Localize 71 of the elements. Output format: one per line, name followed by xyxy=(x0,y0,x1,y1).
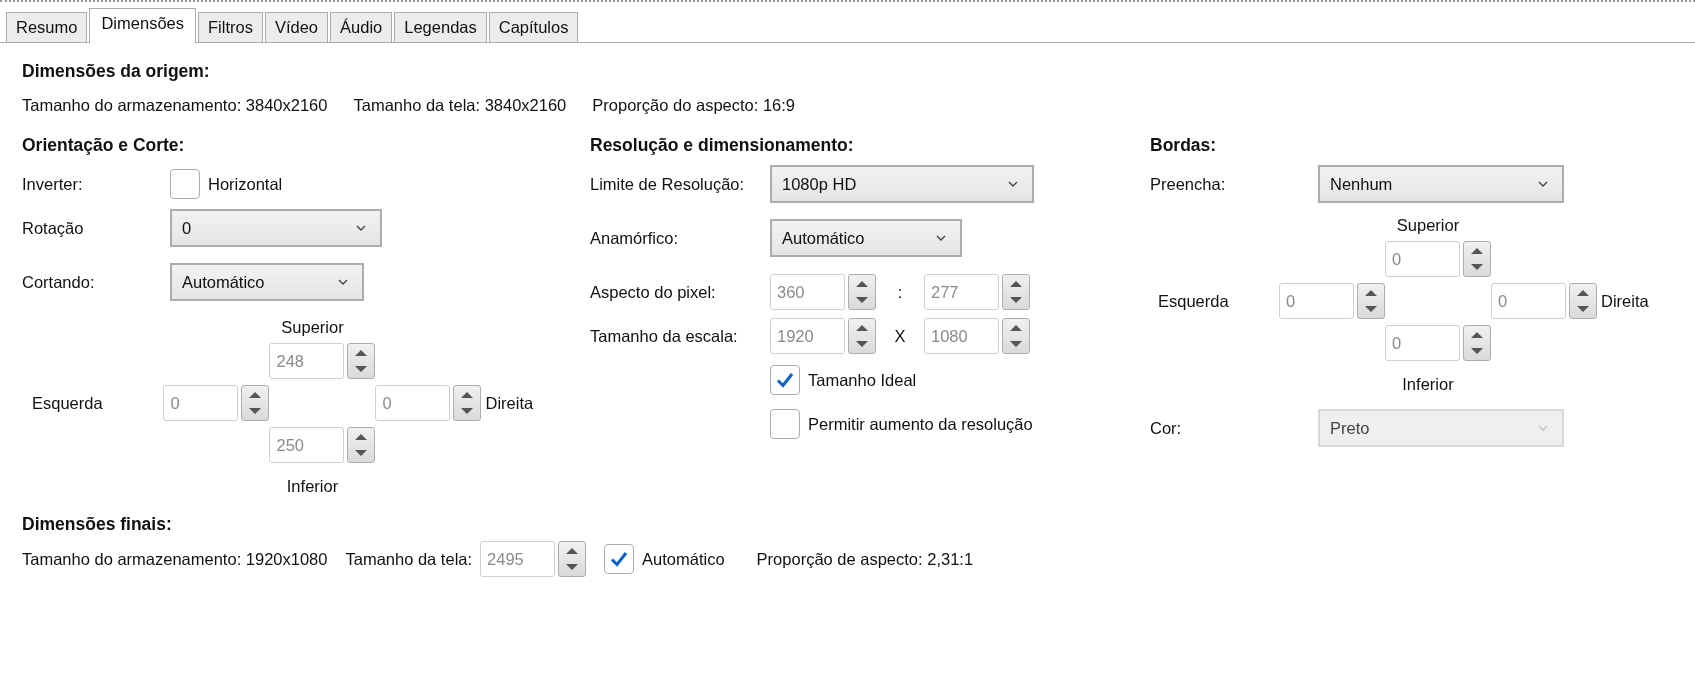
field-label: Preencha: xyxy=(1150,174,1227,194)
checkbox[interactable] xyxy=(770,409,800,439)
spin-buttons[interactable] xyxy=(347,343,376,379)
chevron-down-icon xyxy=(1538,181,1548,187)
spin-buttons[interactable] xyxy=(1568,283,1597,319)
chevron-down-icon xyxy=(1538,425,1548,431)
field-label: Cor: xyxy=(1150,418,1183,438)
field-label: Rotação xyxy=(22,218,85,238)
info-text: Tamanho do armazenamento: 1920x1080 xyxy=(22,549,328,569)
spin-buttons[interactable] xyxy=(1356,283,1385,319)
spin-buttons[interactable] xyxy=(558,541,587,577)
dropdown[interactable]: Automático xyxy=(170,263,364,301)
info-text: Tamanho do armazenamento: 3840x2160 xyxy=(22,96,328,115)
section-heading: Orientação e Corte: xyxy=(22,135,186,156)
chevron-down-icon xyxy=(338,279,348,285)
spin-buttons[interactable] xyxy=(1002,318,1030,354)
checkmark-icon xyxy=(609,549,630,569)
field-label: Cortando: xyxy=(22,272,96,292)
tab[interactable]: Resumo xyxy=(6,12,88,42)
tab[interactable]: Dimensões xyxy=(89,8,196,43)
info-text: Tamanho da tela: 3840x2160 xyxy=(353,96,567,115)
spin-buttons[interactable] xyxy=(347,427,376,463)
dropdown[interactable]: Nenhum xyxy=(1318,165,1564,203)
field-label: Inferior xyxy=(1401,375,1455,394)
spin-buttons[interactable] xyxy=(1462,241,1491,277)
checkbox-label: Automático xyxy=(642,549,725,569)
dropdown[interactable]: Automático xyxy=(770,219,962,257)
spin-buttons[interactable] xyxy=(1002,274,1030,310)
field-label: Inferior xyxy=(285,477,340,496)
spin-buttons[interactable] xyxy=(848,274,876,310)
field-label: Anamórfico: xyxy=(590,228,680,248)
field-label: Tamanho da tela: xyxy=(345,549,473,569)
checkbox[interactable] xyxy=(604,544,635,574)
field-label: Direita xyxy=(1600,291,1650,311)
dropdown[interactable]: 1080p HD xyxy=(770,165,1034,203)
chevron-down-icon xyxy=(936,235,946,241)
field-label: Aspecto do pixel: xyxy=(590,282,717,302)
checkbox[interactable] xyxy=(170,169,200,199)
section-heading: Dimensões da origem: xyxy=(22,61,211,82)
tab[interactable]: Legendas xyxy=(394,12,487,42)
tab[interactable]: Vídeo xyxy=(264,12,329,42)
field-label: Esquerda xyxy=(1158,291,1230,311)
section-heading: Bordas: xyxy=(1150,135,1218,156)
spin-buttons[interactable] xyxy=(1462,325,1491,361)
chevron-down-icon xyxy=(356,225,366,231)
checkbox-label: Horizontal xyxy=(208,174,283,194)
dropdown[interactable]: 0 xyxy=(170,209,382,247)
tab[interactable]: Filtros xyxy=(198,12,263,42)
field-label: Superior xyxy=(280,318,345,337)
section-heading: Dimensões finais: xyxy=(22,514,173,535)
separator-text: : xyxy=(896,282,904,302)
field-label: Limite de Resolução: xyxy=(590,174,746,194)
chevron-down-icon xyxy=(1008,181,1018,187)
field-label: Inverter: xyxy=(22,174,84,194)
spin-buttons[interactable] xyxy=(453,385,482,421)
field-label: Superior xyxy=(1395,216,1461,235)
checkbox-label: Tamanho Ideal xyxy=(808,370,917,390)
tab[interactable]: Capítulos xyxy=(488,12,579,42)
spin-buttons[interactable] xyxy=(241,385,270,421)
tab[interactable]: Áudio xyxy=(330,12,393,42)
info-text: Proporção do aspecto: 16:9 xyxy=(592,96,796,115)
checkmark-icon xyxy=(775,370,795,390)
checkbox-label: Permitir aumento da resolução xyxy=(808,414,1033,434)
field-label: Direita xyxy=(485,393,535,413)
field-label: Esquerda xyxy=(32,393,104,413)
section-heading: Resolução e dimensionamento: xyxy=(590,135,855,156)
field-label: Tamanho da escala: xyxy=(590,326,739,346)
info-text: Proporção de aspecto: 2,31:1 xyxy=(756,549,974,569)
checkbox[interactable] xyxy=(770,365,800,395)
spin-buttons[interactable] xyxy=(848,318,876,354)
separator-text: X xyxy=(893,326,907,346)
